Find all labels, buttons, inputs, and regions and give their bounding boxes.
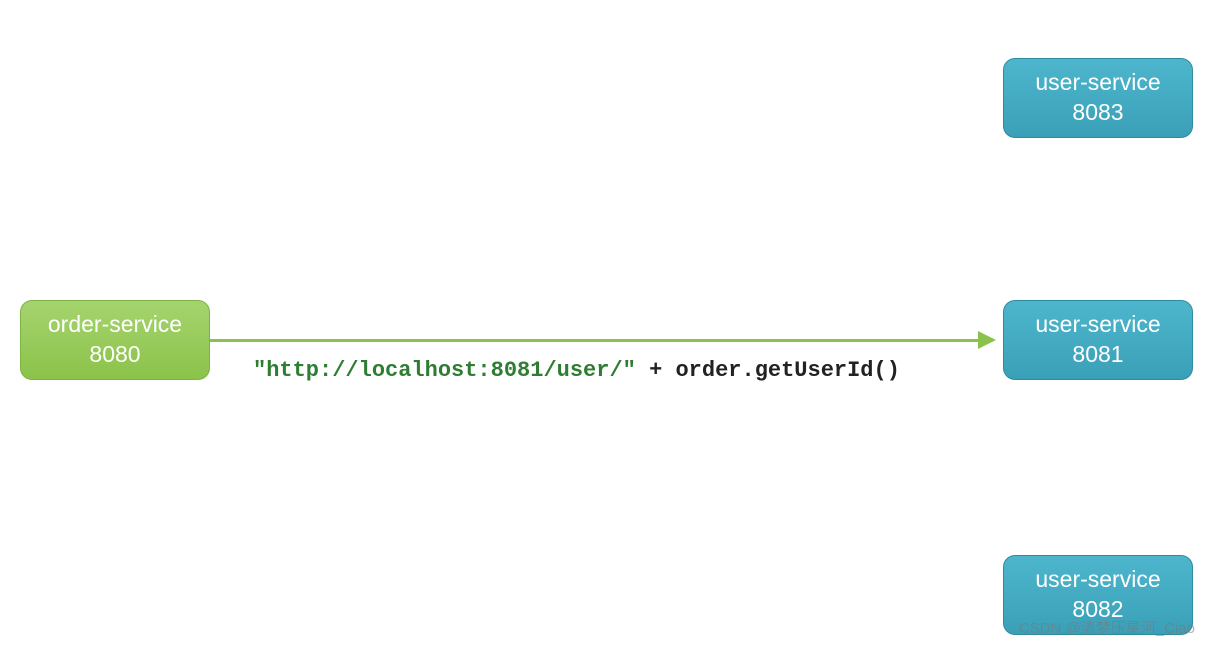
- request-arrow-head: [978, 331, 996, 349]
- code-expression: + order.getUserId(): [636, 358, 900, 383]
- node-title: user-service: [1035, 310, 1160, 340]
- watermark-text: CSDN @清梦压星河_Ciao: [1019, 617, 1195, 638]
- node-title: user-service: [1035, 565, 1160, 595]
- user-service-node-8083: user-service 8083: [1003, 58, 1193, 138]
- request-arrow: [210, 339, 980, 342]
- user-service-node-8081: user-service 8081: [1003, 300, 1193, 380]
- node-title: user-service: [1035, 68, 1160, 98]
- url-string: "http://localhost:8081/user/": [253, 358, 636, 383]
- node-title: order-service: [48, 310, 182, 340]
- node-port: 8080: [89, 340, 140, 370]
- node-port: 8081: [1072, 340, 1123, 370]
- request-url-label: "http://localhost:8081/user/" + order.ge…: [253, 358, 900, 383]
- order-service-node: order-service 8080: [20, 300, 210, 380]
- node-port: 8083: [1072, 98, 1123, 128]
